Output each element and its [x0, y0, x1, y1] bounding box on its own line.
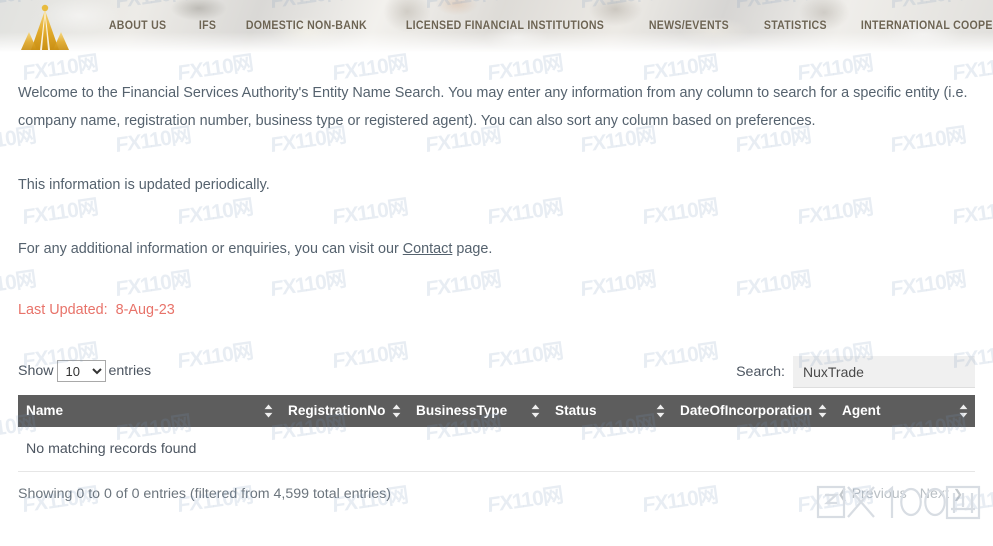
column-agent-label: Agent: [842, 403, 881, 418]
sort-icon: [264, 404, 273, 418]
contact-link[interactable]: Contact: [403, 241, 453, 257]
entries-label: entries: [108, 363, 152, 379]
entries-per-page-select[interactable]: 102550100: [56, 360, 106, 383]
main-content: Welcome to the Financial Services Author…: [0, 52, 993, 513]
column-business-type-label: BusinessType: [416, 403, 508, 418]
update-frequency-text: This information is updated periodically…: [18, 177, 270, 193]
table-footer: Showing 0 to 0 of 0 entries (filtered fr…: [18, 483, 975, 513]
enquiries-paragraph: For any additional information or enquir…: [18, 235, 975, 263]
previous-page-button[interactable]: ❮ Previous: [838, 483, 907, 505]
column-agent[interactable]: Agent: [834, 395, 975, 427]
column-date-of-incorporation-label: DateOfIncorporation: [680, 403, 813, 418]
show-label: Show: [18, 363, 54, 379]
nav-about-us[interactable]: ABOUT US: [96, 0, 179, 52]
table-info: Showing 0 to 0 of 0 entries (filtered fr…: [18, 486, 392, 502]
sort-icon: [656, 404, 665, 418]
table-body: No matching records found: [18, 427, 975, 472]
column-business-type[interactable]: BusinessType: [408, 395, 547, 427]
sort-icon: [392, 404, 401, 418]
column-status[interactable]: Status: [547, 395, 672, 427]
previous-page-label: Previous: [851, 486, 907, 502]
table-header-row: Name RegistrationNo BusinessType Status: [18, 395, 975, 427]
next-page-label: Next: [919, 486, 949, 502]
table-empty-row: No matching records found: [18, 427, 975, 472]
next-page-button[interactable]: Next ❯: [920, 483, 963, 505]
last-updated: Last Updated: 8-Aug-23: [18, 300, 975, 320]
sort-icon: [959, 404, 968, 418]
chevron-right-icon: ❯: [952, 487, 963, 501]
nav-licensed-financial-institutions[interactable]: LICENSED FINANCIAL INSTITUTIONS: [393, 0, 617, 52]
chevron-left-icon: ❮: [837, 487, 848, 501]
enquiries-prefix-text: For any additional information or enquir…: [18, 241, 403, 257]
column-status-label: Status: [555, 403, 597, 418]
nav-ifs[interactable]: IFS: [186, 0, 229, 52]
pagination: ❮ Previous Next ❯: [838, 483, 964, 505]
empty-message: No matching records found: [18, 427, 975, 472]
nav-news-events[interactable]: NEWS/EVENTS: [636, 0, 742, 52]
nav-domestic-non-bank[interactable]: DOMESTIC NON-BANK: [233, 0, 380, 52]
last-updated-date: 8-Aug-23: [115, 302, 175, 318]
main-navigation[interactable]: ABOUT US IFS DOMESTIC NON-BANK LICENSED …: [96, 0, 993, 52]
table-head: Name RegistrationNo BusinessType Status: [18, 395, 975, 427]
column-date-of-incorporation[interactable]: DateOfIncorporation: [672, 395, 834, 427]
search-input[interactable]: [793, 356, 975, 388]
column-registration-no[interactable]: RegistrationNo: [280, 395, 408, 427]
enquiries-suffix-text: page.: [452, 241, 493, 257]
table-controls: Show102550100entries Search:: [18, 356, 975, 390]
column-name[interactable]: Name: [18, 395, 280, 427]
sort-icon: [818, 404, 827, 418]
entries-length-control: Show102550100entries: [18, 356, 151, 386]
entity-results-table: Name RegistrationNo BusinessType Status: [18, 395, 975, 472]
last-updated-label: Last Updated:: [18, 302, 108, 318]
nav-statistics[interactable]: STATISTICS: [751, 0, 840, 52]
sort-icon: [531, 404, 540, 418]
fsa-triangle-logo[interactable]: [18, 2, 72, 54]
intro-paragraph: Welcome to the Financial Services Author…: [18, 85, 968, 129]
page-root: ABOUT US IFS DOMESTIC NON-BANK LICENSED …: [0, 0, 993, 546]
search-label: Search:: [736, 364, 785, 380]
nav-international-cooperation[interactable]: INTERNATIONAL COOPERATION: [848, 0, 993, 52]
column-name-label: Name: [26, 403, 64, 418]
column-registration-no-label: RegistrationNo: [288, 403, 386, 418]
search-control: Search:: [736, 356, 975, 388]
